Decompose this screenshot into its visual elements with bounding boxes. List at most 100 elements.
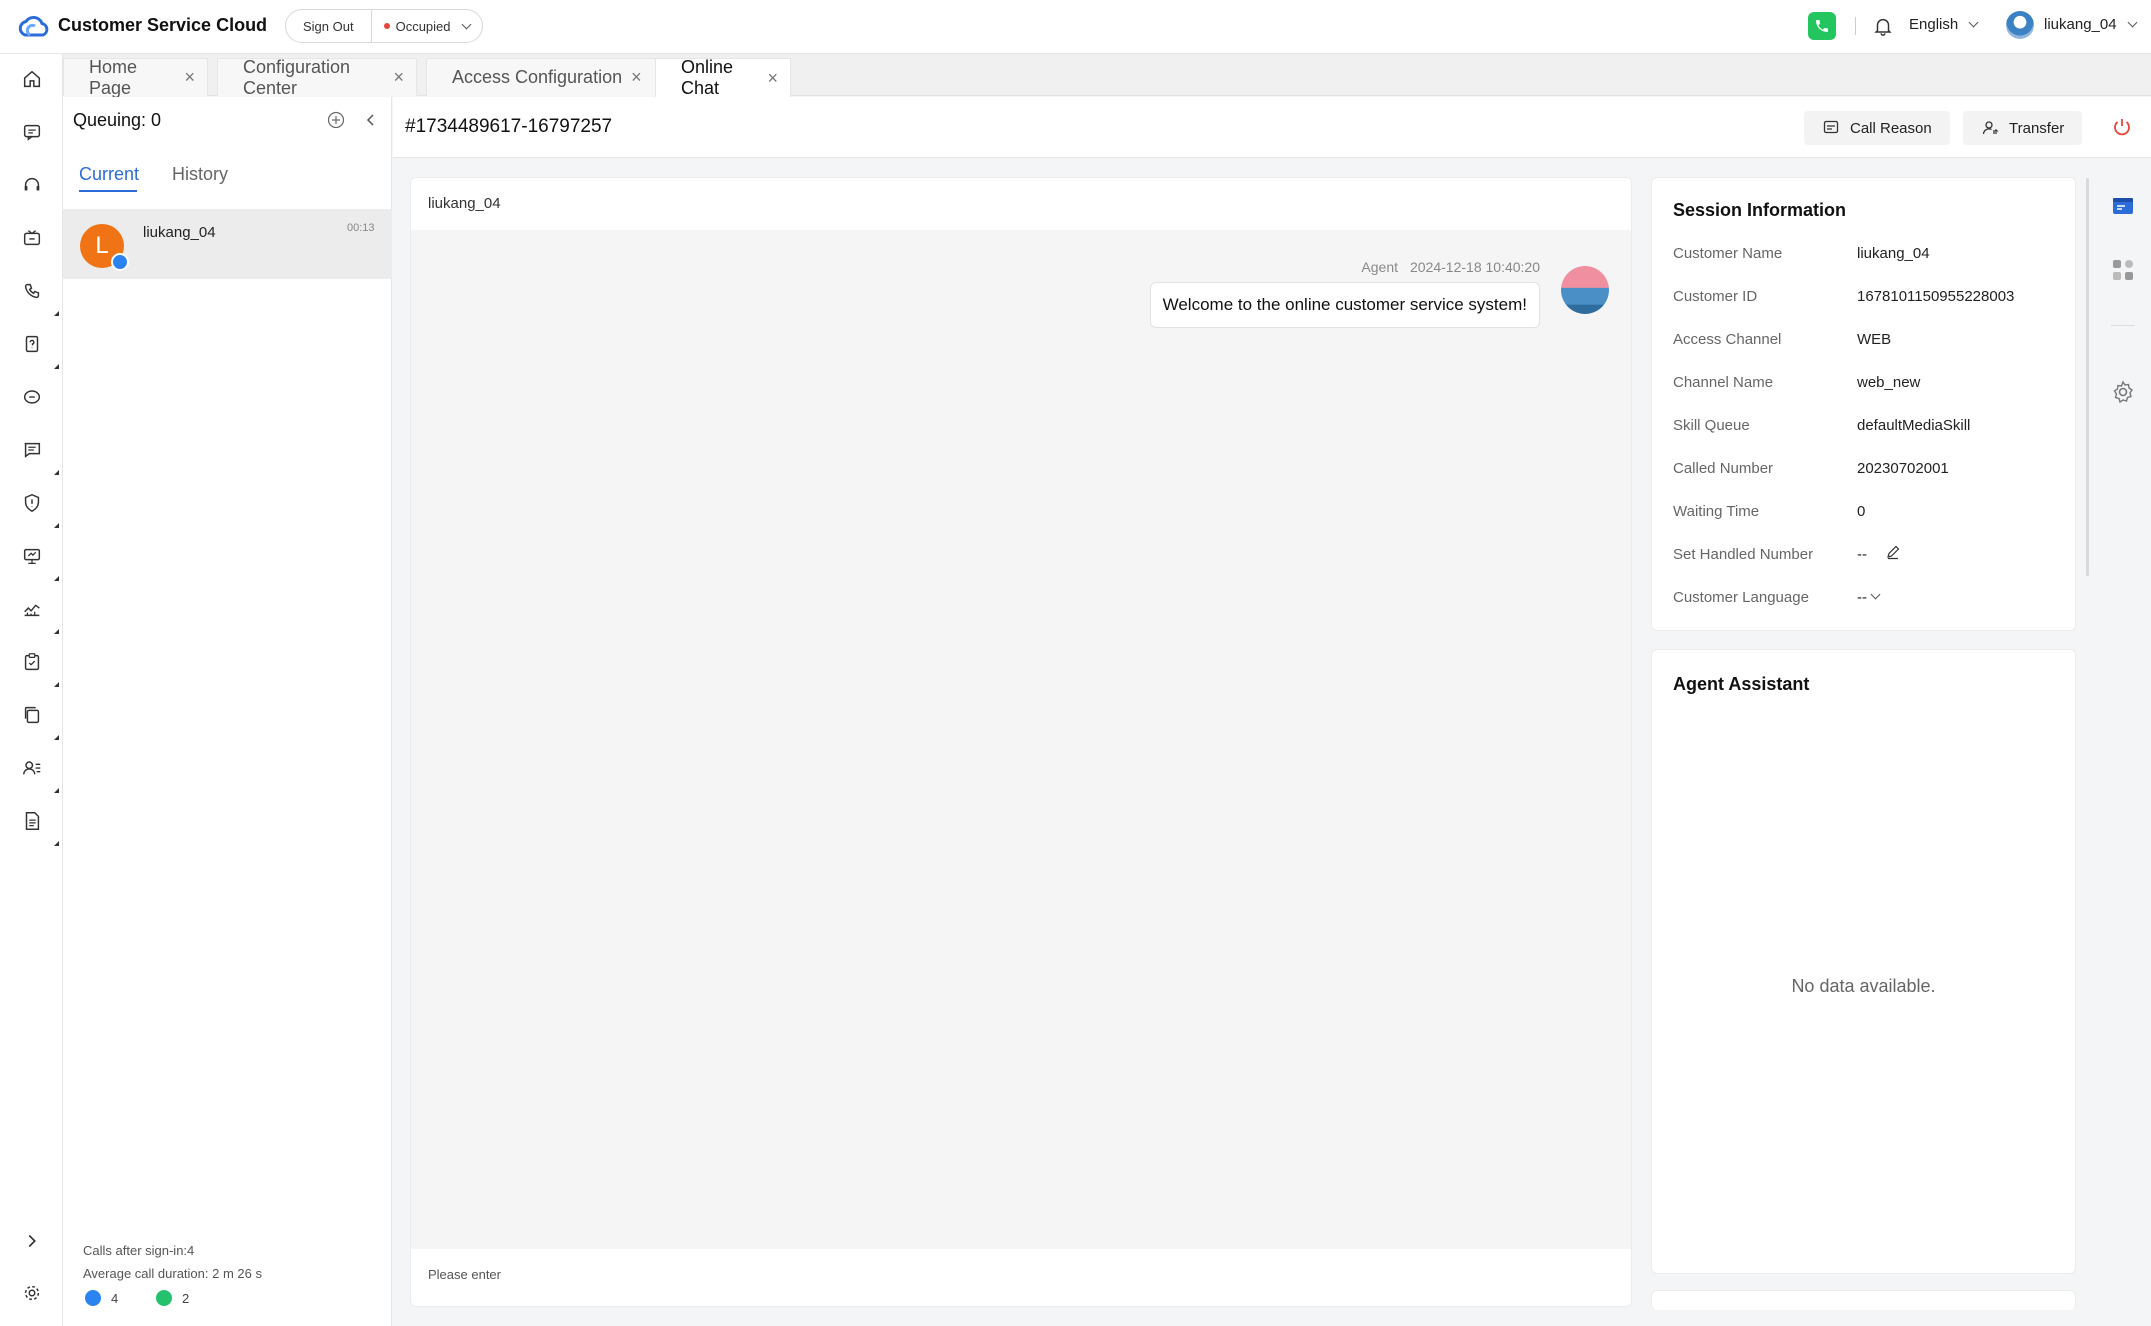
- active-tab-indicator: [79, 190, 137, 192]
- section-title: Session Information: [1673, 200, 1847, 220]
- language-selector[interactable]: English: [1909, 16, 1979, 33]
- close-icon[interactable]: ×: [393, 67, 404, 88]
- chat-panel: liukang_04 Agent 2024-12-18 10:40:20 Welc…: [410, 177, 1632, 1307]
- language-label: English: [1909, 16, 1959, 33]
- close-icon[interactable]: ×: [631, 67, 642, 88]
- agent-status-group: Sign Out Occupied: [285, 9, 483, 43]
- apps-icon[interactable]: [2110, 257, 2136, 283]
- chevron-down-icon[interactable]: [1870, 589, 1881, 600]
- count-label: 4: [111, 1290, 119, 1306]
- close-icon[interactable]: ×: [184, 67, 195, 88]
- chat-customer-name: liukang_04: [428, 195, 501, 212]
- submenu-indicator: [54, 523, 59, 528]
- home-icon[interactable]: [21, 68, 43, 90]
- chevron-down-icon: [1968, 17, 1979, 28]
- sign-out-button[interactable]: Sign Out: [286, 10, 371, 42]
- settings-icon[interactable]: [21, 1282, 43, 1304]
- tab-home-page[interactable]: Home Page ×: [63, 56, 208, 98]
- user-avatar[interactable]: [2006, 11, 2034, 39]
- info-value: defaultMediaSkill: [1857, 417, 1971, 434]
- submenu-indicator: [54, 470, 59, 475]
- message-meta: Agent 2024-12-18 10:40:20: [1361, 259, 1540, 275]
- submenu-indicator: [54, 682, 59, 687]
- info-value: web_new: [1857, 374, 1921, 391]
- comment-icon[interactable]: [21, 439, 43, 461]
- submenu-indicator: [54, 311, 59, 316]
- chat-icon[interactable]: [21, 121, 43, 143]
- monitor-icon[interactable]: [21, 545, 43, 567]
- close-icon[interactable]: ×: [767, 68, 778, 89]
- transfer-label: Transfer: [2009, 119, 2065, 137]
- list-item[interactable]: L liukang_04 00:13: [63, 209, 392, 279]
- submenu-indicator: [54, 576, 59, 581]
- user-list-icon[interactable]: [21, 757, 43, 779]
- edit-icon[interactable]: [1885, 544, 1901, 560]
- expand-icon[interactable]: [21, 1230, 43, 1252]
- app-title: Customer Service Cloud: [58, 15, 268, 35]
- message-icon[interactable]: [21, 386, 43, 408]
- headset-icon[interactable]: [21, 174, 43, 196]
- tab-history[interactable]: History: [172, 164, 228, 185]
- info-value: 20230702001: [1857, 460, 1949, 477]
- web-channel-count: 4: [85, 1290, 118, 1306]
- next-card-peek: [1651, 1290, 2076, 1310]
- info-value: WEB: [1857, 331, 1892, 348]
- queue-title: Queuing: 0: [73, 110, 162, 130]
- info-value: 1678101150955228003: [1857, 288, 2015, 305]
- shield-icon[interactable]: [21, 492, 43, 514]
- status-dropdown[interactable]: Occupied: [370, 10, 482, 42]
- conversation-header: #1734489617-16797257 Call Reason Transfe…: [393, 97, 2151, 158]
- gear-icon[interactable]: [2110, 379, 2136, 405]
- tab-bar: Home Page × Configuration Center × Access …: [63, 54, 2151, 98]
- copy-icon[interactable]: [21, 704, 43, 726]
- phone-button[interactable]: [1808, 12, 1836, 40]
- tab-current[interactable]: Current: [79, 164, 139, 185]
- queue-item-name: liukang_04: [143, 224, 216, 241]
- help-doc-icon[interactable]: [21, 333, 43, 355]
- bell-icon[interactable]: [1872, 15, 1894, 37]
- phone-call-icon[interactable]: [21, 280, 43, 302]
- whatsapp-channel-count: 2: [156, 1290, 189, 1306]
- tool-divider: [2111, 325, 2135, 326]
- clipboard-icon[interactable]: [21, 651, 43, 673]
- tab-configuration-center[interactable]: Configuration Center ×: [217, 56, 417, 98]
- tab-label: Home Page: [89, 56, 138, 98]
- message-timestamp: 2024-12-18 10:40:20: [1410, 259, 1540, 275]
- message-input-area: [411, 1249, 1631, 1306]
- message-sender: Agent: [1361, 259, 1398, 275]
- session-info-tool-icon[interactable]: [2110, 193, 2136, 219]
- web-channel-icon: [111, 253, 129, 271]
- calls-after-signin: Calls after sign-in:4: [83, 1243, 195, 1258]
- add-circle-icon[interactable]: [327, 111, 345, 129]
- transfer-button[interactable]: Transfer: [1963, 111, 2083, 145]
- chevron-down-icon: [2127, 17, 2138, 28]
- message-input[interactable]: [428, 1267, 1528, 1282]
- cloud-logo-icon: [18, 16, 49, 37]
- info-label: Access Channel: [1673, 331, 1782, 348]
- user-menu[interactable]: liukang_04: [2044, 16, 2138, 33]
- call-reason-label: Call Reason: [1850, 119, 1932, 137]
- status-dot-icon: [383, 23, 390, 29]
- scrollbar[interactable]: [2086, 178, 2089, 576]
- empty-state: No data available.: [1791, 976, 1936, 996]
- document-icon[interactable]: [21, 810, 43, 832]
- inbox-icon[interactable]: [21, 227, 43, 249]
- submenu-indicator: [54, 841, 59, 846]
- tab-online-chat[interactable]: Online Chat ×: [655, 57, 791, 98]
- chevron-left-icon[interactable]: [363, 112, 379, 128]
- tab-label: Configuration Center: [243, 56, 351, 98]
- chart-icon[interactable]: [21, 598, 43, 620]
- info-label: Customer Name: [1673, 245, 1783, 262]
- user-transfer-icon: [1982, 121, 1999, 135]
- header-divider: [1855, 17, 1856, 35]
- chat-header: liukang_04: [411, 178, 1631, 230]
- power-icon[interactable]: [2111, 116, 2133, 138]
- agent-avatar: [1561, 266, 1609, 314]
- web-chat-icon: [85, 1290, 101, 1306]
- count-label: 2: [182, 1290, 190, 1306]
- conversation-id: #1734489617-16797257: [405, 116, 613, 137]
- call-reason-button[interactable]: Call Reason: [1804, 111, 1950, 145]
- chevron-down-icon: [461, 19, 471, 29]
- queue-item-timer: 00:13: [347, 222, 375, 234]
- customer-language-select[interactable]: --: [1857, 589, 1867, 606]
